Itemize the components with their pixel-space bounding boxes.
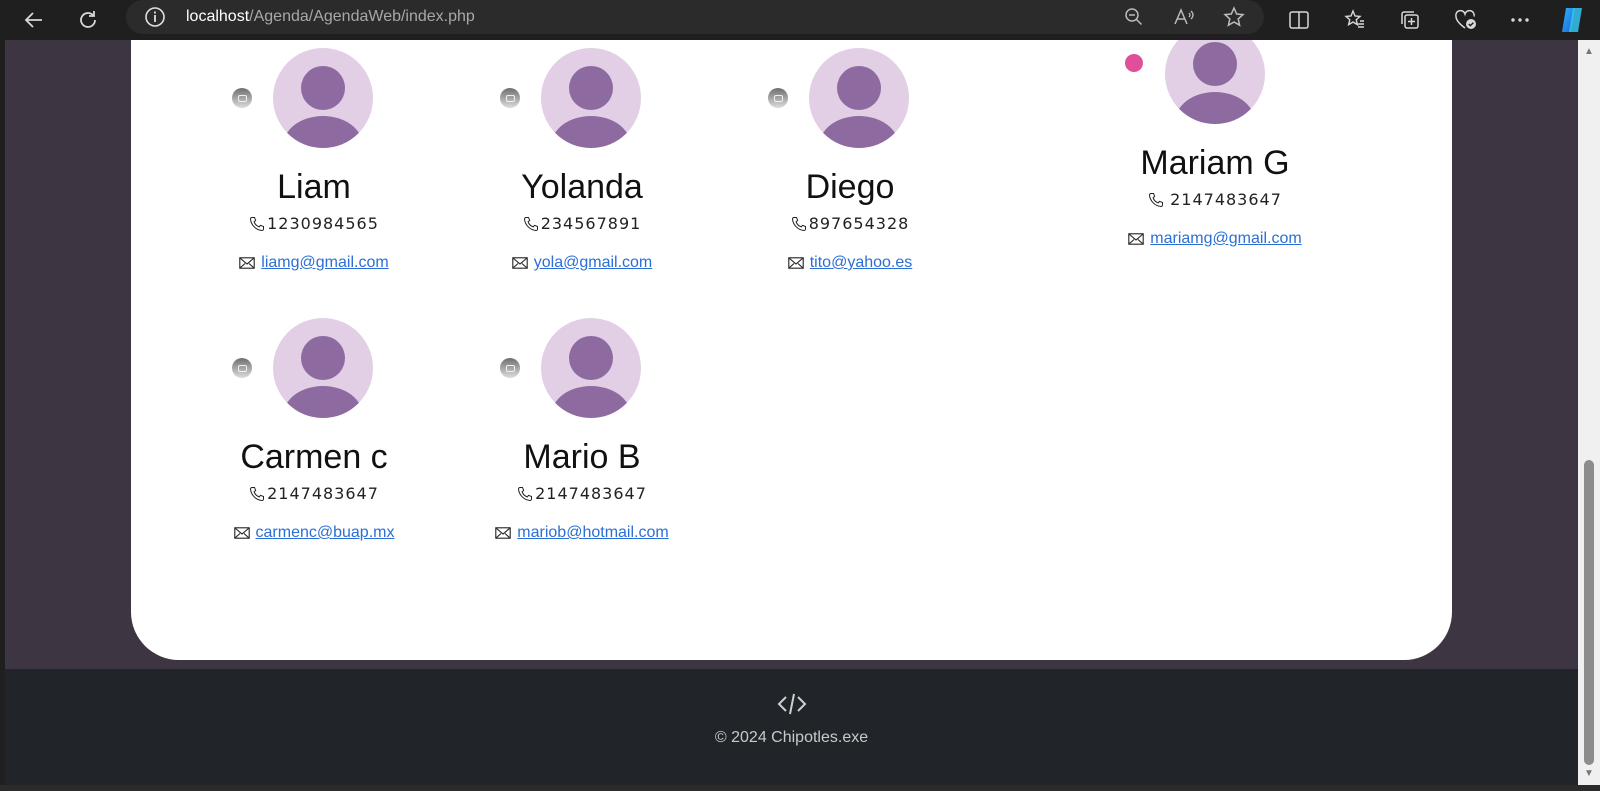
scroll-up-arrow-icon[interactable]: ▲: [1583, 46, 1595, 58]
contact-phone-row: 897654328: [730, 214, 970, 233]
more-options-icon[interactable]: [1504, 4, 1536, 36]
contact-name: Liam: [277, 168, 351, 206]
photo-upload-icon[interactable]: [768, 88, 788, 108]
contact-email-link[interactable]: mariamg@gmail.com: [1150, 230, 1301, 248]
collections-icon[interactable]: [1394, 4, 1426, 36]
contact-phone: 2147483647: [535, 484, 647, 503]
avatar: [273, 48, 373, 148]
avatar: [809, 48, 909, 148]
avatar: [541, 318, 641, 418]
contact-email-link[interactable]: yola@gmail.com: [534, 254, 653, 272]
url-path: /Agenda/AgendaWeb/index.php: [249, 8, 475, 25]
contact-email-link[interactable]: carmenc@buap.mx: [256, 524, 395, 542]
contact-email-link[interactable]: tito@yahoo.es: [810, 254, 913, 272]
phone-icon: [523, 216, 538, 231]
contact-phone-row: 2147483647: [462, 484, 702, 503]
phone-icon: [250, 486, 265, 501]
photo-upload-icon[interactable]: [1125, 54, 1143, 72]
browser-essentials-icon[interactable]: [1450, 4, 1482, 36]
contact-phone-row: 2147483647: [1095, 190, 1335, 209]
footer-copyright: © 2024 Chipotles.exe: [714, 729, 869, 746]
contact-phone: 2147483647: [267, 484, 379, 503]
refresh-icon[interactable]: [72, 4, 104, 36]
window-bottom-edge: [0, 785, 1600, 791]
contact-phone-row: 234567891: [462, 214, 702, 233]
split-screen-icon[interactable]: [1283, 4, 1315, 36]
photo-upload-icon[interactable]: [232, 88, 252, 108]
contacts-card: Liam 1230984565 liamg@gmail.com Yolanda …: [131, 40, 1452, 660]
avatar: [541, 48, 641, 148]
envelope-icon: [239, 257, 256, 269]
address-bar[interactable]: localhost/Agenda/AgendaWeb/index.php: [126, 0, 1264, 34]
phone-icon: [518, 486, 533, 501]
contact-name: Diego: [805, 168, 895, 206]
contact-phone: 897654328: [808, 214, 910, 233]
avatar: [1165, 40, 1265, 124]
contact-name: Carmen c: [240, 438, 388, 476]
page-viewport: Liam 1230984565 liamg@gmail.com Yolanda …: [5, 40, 1578, 785]
contact-name: Yolanda: [521, 168, 643, 206]
back-icon[interactable]: [18, 4, 50, 36]
footer: © 2024 Chipotles.exe: [5, 669, 1578, 785]
site-info-icon[interactable]: [144, 6, 166, 33]
envelope-icon: [233, 527, 250, 539]
favorite-star-icon[interactable]: [1222, 6, 1246, 28]
favorites-icon[interactable]: [1339, 4, 1371, 36]
envelope-icon: [1128, 233, 1145, 245]
photo-upload-icon[interactable]: [500, 358, 520, 378]
contact-email-link[interactable]: liamg@gmail.com: [261, 254, 388, 272]
contact-phone-row: 1230984565: [194, 214, 434, 233]
phone-icon: [791, 216, 806, 231]
envelope-icon: [787, 257, 804, 269]
browser-toolbar: localhost/Agenda/AgendaWeb/index.php: [0, 0, 1600, 40]
contact-phone-row: 2147483647: [194, 484, 434, 503]
avatar: [273, 318, 373, 418]
scroll-down-arrow-icon[interactable]: ▼: [1583, 768, 1595, 780]
scrollbar-thumb[interactable]: [1584, 460, 1594, 765]
zoom-out-icon[interactable]: [1122, 6, 1146, 28]
contact-phone: 1230984565: [267, 214, 379, 233]
contact-phone: 234567891: [540, 214, 642, 233]
url-text[interactable]: localhost/Agenda/AgendaWeb/index.php: [186, 8, 475, 26]
photo-upload-icon[interactable]: [232, 358, 252, 378]
contact-email-row: yola@gmail.com: [462, 254, 702, 272]
contact-phone: 2147483647: [1170, 190, 1282, 209]
copilot-icon[interactable]: [1556, 4, 1588, 36]
photo-upload-icon[interactable]: [500, 88, 520, 108]
contact-email-row: tito@yahoo.es: [730, 254, 970, 272]
envelope-icon: [512, 257, 528, 269]
url-host: localhost: [186, 8, 250, 25]
contact-email-row: liamg@gmail.com: [194, 254, 434, 272]
contact-email-link[interactable]: mariob@hotmail.com: [517, 524, 668, 542]
vertical-scrollbar[interactable]: ▲ ▼: [1578, 40, 1600, 785]
contact-email-row: mariamg@gmail.com: [1095, 230, 1335, 248]
phone-icon: [1149, 192, 1164, 207]
contact-name: Mario B: [523, 438, 641, 476]
contact-email-row: carmenc@buap.mx: [194, 524, 434, 542]
envelope-icon: [495, 527, 512, 539]
phone-icon: [250, 216, 265, 231]
code-icon: [5, 691, 1578, 717]
contact-name: Mariam G: [1140, 144, 1290, 182]
contact-email-row: mariob@hotmail.com: [462, 524, 702, 542]
read-aloud-icon[interactable]: [1172, 6, 1196, 28]
